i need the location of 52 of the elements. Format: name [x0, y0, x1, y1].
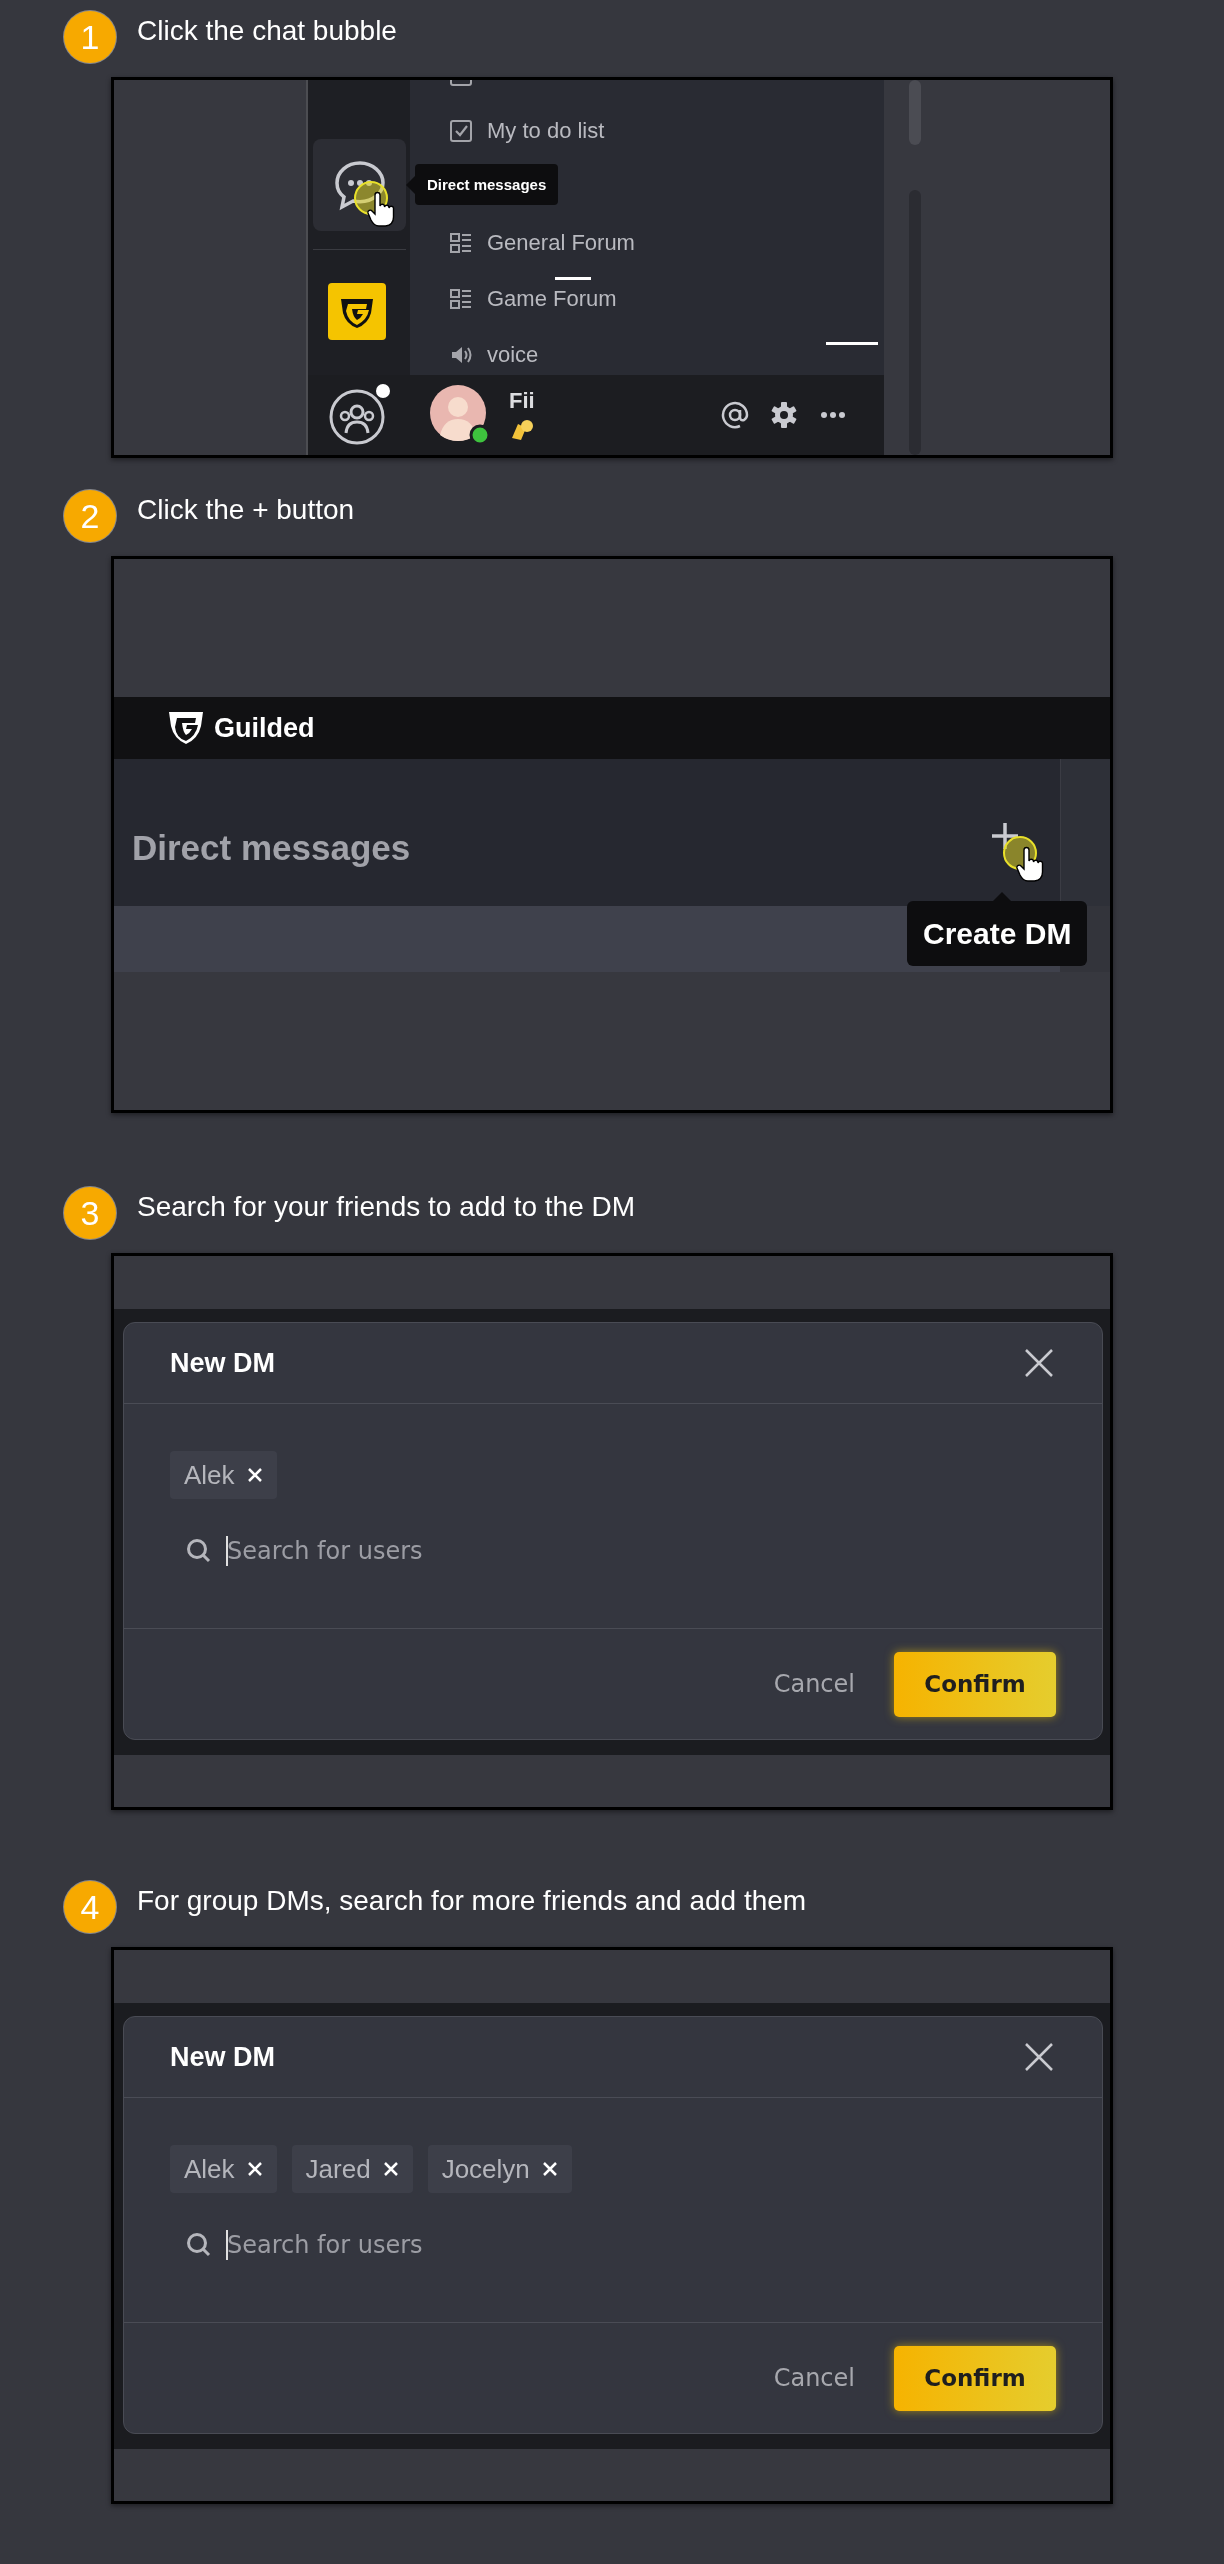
close-icon[interactable] — [1024, 2042, 1054, 2072]
cancel-button[interactable]: Cancel — [773, 1670, 855, 1698]
tooltip: Direct messages — [406, 164, 559, 205]
step-number-badge: 3 — [64, 1187, 116, 1239]
emoji-icon — [509, 418, 535, 442]
text-cursor — [226, 2230, 228, 2260]
step-number-badge: 1 — [64, 11, 116, 63]
dialog-title: New DM — [170, 2041, 275, 2073]
mention-icon[interactable] — [721, 401, 749, 429]
tooltip: Create DM — [907, 892, 1088, 966]
channel-item[interactable]: voice — [410, 327, 884, 375]
brand-name: Guilded — [214, 712, 315, 744]
cancel-button[interactable]: Cancel — [773, 2364, 855, 2392]
channel-item[interactable]: Game Forum — [410, 271, 884, 327]
dialog-title: New DM — [170, 1347, 275, 1379]
user-chip: Alek — [170, 1451, 277, 1499]
step-instruction: Search for your friends to add to the DM — [137, 1191, 636, 1224]
section-title: Direct messages — [132, 827, 411, 868]
remove-icon[interactable] — [541, 2161, 558, 2177]
chat-bubble-icon — [332, 159, 387, 211]
avatar — [430, 385, 490, 445]
community-icon[interactable] — [327, 383, 391, 447]
remove-icon[interactable] — [246, 2161, 263, 2177]
search-field[interactable]: Search for users — [227, 2231, 627, 2259]
channel-item[interactable]: General Forum — [410, 215, 884, 271]
direct-messages-button[interactable] — [313, 139, 406, 231]
text-cursor — [226, 1536, 228, 1566]
user-name: Fii — [509, 388, 535, 414]
checklist-icon — [449, 119, 473, 143]
confirm-button[interactable]: Confirm — [894, 1651, 1056, 1717]
search-field[interactable]: Search for users — [227, 1537, 627, 1565]
logo-icon — [167, 710, 205, 746]
step-instruction: Click the chat bubble — [137, 15, 397, 48]
step-instruction: Click the + button — [137, 494, 355, 527]
forum-icon — [449, 287, 473, 311]
search-icon — [186, 1538, 212, 1564]
server-logo-icon[interactable] — [328, 283, 386, 340]
remove-icon[interactable] — [382, 2161, 399, 2177]
remove-icon[interactable] — [246, 1467, 263, 1483]
user-chip: Jared — [291, 2145, 413, 2193]
step-number-badge: 2 — [64, 490, 116, 542]
plus-icon[interactable] — [990, 821, 1020, 851]
forum-icon — [449, 231, 473, 255]
confirm-button[interactable]: Confirm — [894, 2345, 1056, 2411]
user-chip: Jocelyn — [427, 2145, 572, 2193]
channel-item[interactable]: My to do list — [410, 103, 884, 159]
step-number-badge: 4 — [64, 1881, 116, 1933]
user-chip: Alek — [170, 2145, 277, 2193]
close-icon[interactable] — [1024, 1348, 1054, 1378]
search-icon — [186, 2232, 212, 2258]
step-instruction: For group DMs, search for more friends and add them — [137, 1885, 807, 1918]
settings-icon[interactable] — [770, 401, 798, 429]
